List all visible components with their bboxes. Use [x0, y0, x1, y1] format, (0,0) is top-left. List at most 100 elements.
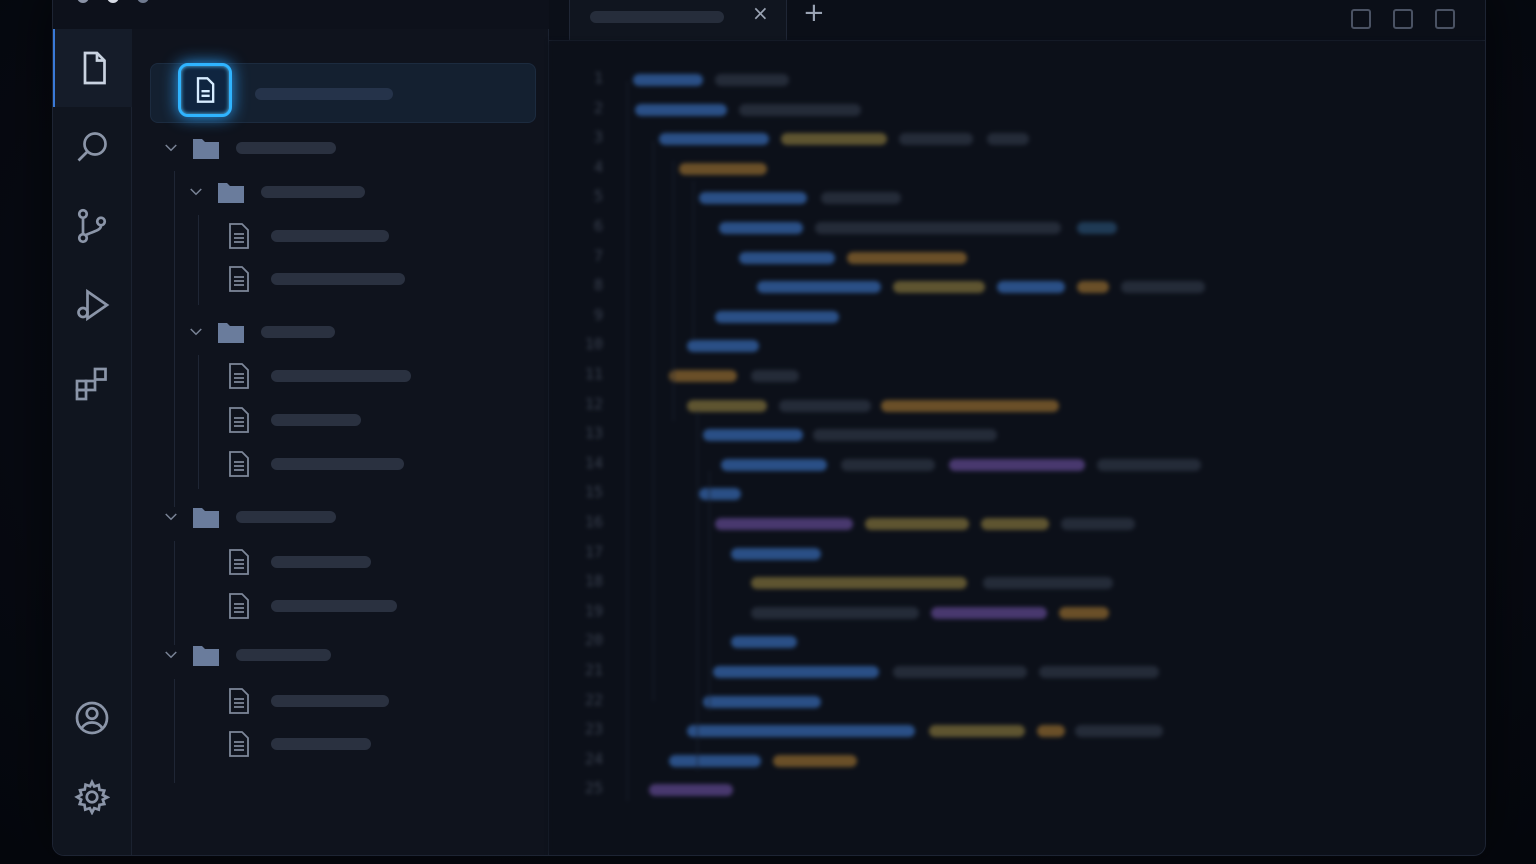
line-number: 5 — [593, 187, 603, 206]
code-token — [669, 754, 761, 767]
selected-file-label-placeholder — [255, 88, 393, 100]
line-number: 12 — [584, 394, 603, 413]
code-token — [865, 518, 969, 530]
chevron-down-icon — [190, 188, 202, 196]
extensions-icon — [75, 367, 107, 401]
code-token — [899, 133, 973, 146]
tree-file[interactable] — [228, 362, 411, 390]
folder-label — [236, 511, 336, 523]
code-token — [821, 192, 901, 205]
account-icon — [75, 701, 109, 735]
editor-tab[interactable]: × — [569, 0, 787, 40]
code-token — [751, 370, 799, 382]
file-label — [271, 230, 389, 242]
selected-file-row[interactable] — [150, 63, 536, 123]
indent-guide — [627, 81, 628, 801]
file-text-icon — [229, 731, 249, 757]
tree-file[interactable] — [228, 592, 397, 620]
code-token — [731, 547, 821, 560]
tree-file[interactable] — [228, 222, 389, 250]
activity-account[interactable] — [53, 679, 131, 757]
close-window-button[interactable] — [77, 0, 89, 3]
tree-file[interactable] — [228, 450, 404, 478]
code-token — [983, 577, 1113, 590]
activity-extensions[interactable] — [53, 345, 131, 423]
code-token — [739, 251, 835, 264]
folder-icon — [193, 139, 219, 159]
line-number: 25 — [584, 779, 603, 798]
code-token — [719, 222, 803, 234]
tree-guide — [174, 679, 175, 783]
file-text-icon — [229, 363, 249, 389]
code-token — [931, 606, 1047, 619]
file-text-icon — [229, 688, 249, 714]
activity-search[interactable] — [53, 108, 131, 186]
activity-settings[interactable] — [53, 758, 131, 836]
code-token — [687, 340, 759, 353]
folder-label — [236, 649, 331, 661]
tree-file[interactable] — [228, 406, 361, 434]
line-number: 17 — [584, 542, 603, 561]
line-number: 11 — [584, 365, 603, 383]
line-number: 16 — [584, 513, 603, 531]
activity-bar — [53, 29, 133, 855]
tree-folder[interactable] — [162, 641, 331, 669]
tree-guide — [198, 355, 199, 489]
run-debug-icon — [77, 288, 110, 322]
file-text-icon — [229, 593, 249, 619]
minimize-window-button[interactable] — [107, 0, 119, 3]
line-number: 19 — [584, 601, 603, 620]
tree-file[interactable] — [228, 730, 371, 758]
tree-folder[interactable] — [162, 503, 336, 531]
code-token — [739, 103, 861, 116]
code-token — [751, 577, 967, 590]
tree-file[interactable] — [228, 687, 389, 715]
file-text-icon — [229, 266, 249, 292]
gear-icon — [74, 779, 110, 815]
folder-label — [261, 186, 365, 198]
code-token — [1097, 458, 1201, 471]
indent-guide — [709, 471, 710, 711]
activity-run-debug[interactable] — [53, 266, 131, 344]
folder-icon — [193, 508, 219, 528]
code-token — [703, 695, 821, 708]
file-text-icon — [229, 223, 249, 249]
ide-window: × + 1 2 3 4 5 6 7 8 9 10 11 12 13 14 15 16 17 18 19 20 21 22 2… — [52, 0, 1486, 856]
activity-explorer[interactable] — [53, 29, 133, 107]
code-token — [813, 429, 997, 442]
line-number: 3 — [593, 128, 603, 147]
chevron-down-icon — [165, 651, 177, 659]
layout-toggle-button[interactable] — [1351, 9, 1371, 29]
folder-icon — [218, 183, 244, 203]
line-number: 18 — [584, 572, 603, 591]
code-token — [987, 133, 1029, 146]
maximize-window-button[interactable] — [137, 0, 149, 3]
line-number: 20 — [584, 631, 603, 650]
tree-guide — [174, 171, 175, 507]
tree-file[interactable] — [228, 265, 405, 293]
code-token — [1037, 725, 1065, 738]
split-editor-button[interactable] — [1393, 9, 1413, 29]
code-token — [949, 458, 1085, 471]
close-icon[interactable]: × — [752, 3, 769, 23]
line-number: 14 — [584, 453, 603, 472]
tree-file[interactable] — [228, 548, 371, 576]
activity-source-control[interactable] — [53, 187, 131, 265]
code-token — [997, 281, 1065, 294]
code-token — [751, 606, 919, 619]
tree-folder[interactable] — [187, 318, 335, 346]
code-token — [703, 429, 803, 442]
indent-guide — [697, 411, 698, 771]
document-icon[interactable] — [178, 63, 232, 117]
tree-folder[interactable] — [162, 134, 336, 162]
tab-label-placeholder — [590, 11, 724, 23]
code-token — [715, 310, 839, 323]
tree-folder[interactable] — [187, 178, 365, 206]
panel-toggle-button[interactable] — [1435, 9, 1455, 29]
line-number: 4 — [593, 157, 603, 176]
code-editor[interactable]: 1 2 3 4 5 6 7 8 9 10 11 12 13 14 15 16 17 18 19 20 21 22 23 24 2… — [549, 41, 1485, 855]
line-number: 15 — [584, 483, 603, 502]
code-token — [679, 162, 767, 175]
add-tab-button[interactable]: + — [803, 0, 825, 26]
code-token — [649, 784, 733, 797]
